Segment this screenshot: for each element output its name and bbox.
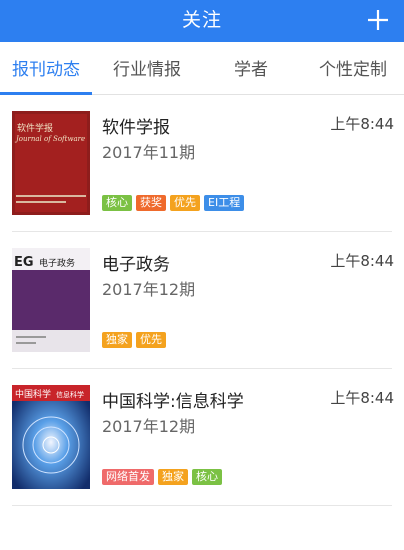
divider	[12, 505, 392, 506]
tag-badge: 核心	[102, 195, 132, 211]
page-title: 关注	[181, 9, 222, 31]
journal-name: 软件学报	[102, 118, 170, 138]
tag-badge: 优先	[136, 332, 166, 348]
tag-badge: 独家	[158, 469, 188, 485]
cover-subtitle-text: Journal of Software	[14, 135, 85, 143]
tab-industry-intel[interactable]: 行业情报	[113, 42, 181, 94]
list-item[interactable]: EG 电子政务 电子政务 2017年12期 上午8:44 独家 优先	[0, 232, 404, 368]
journal-issue: 2017年11期	[102, 143, 196, 162]
update-time: 上午8:44	[330, 389, 394, 407]
cover-title-text: 软件学报	[17, 122, 53, 134]
tag-badge: 优先	[170, 195, 200, 211]
tab-bar: 报刊动态 行业情报 学者 个性定制	[0, 42, 404, 95]
journal-name: 中国科学:信息科学	[102, 392, 244, 412]
update-time: 上午8:44	[330, 252, 394, 270]
tag-badge: 网络首发	[102, 469, 154, 485]
plus-icon[interactable]	[366, 8, 390, 32]
tag-badge: EI工程	[204, 195, 245, 211]
tag-badge: 独家	[102, 332, 132, 348]
tag-list: 核心 获奖 优先 EI工程	[102, 195, 245, 211]
journal-name: 电子政务	[102, 255, 170, 275]
tag-list: 网络首发 独家 核心	[102, 469, 222, 485]
tag-list: 独家 优先	[102, 332, 166, 348]
cover-title-text: 中国科学	[15, 388, 51, 400]
tab-customization[interactable]: 个性定制	[319, 42, 387, 94]
journal-issue: 2017年12期	[102, 280, 196, 299]
cover-subtitle-text: 电子政务	[39, 257, 75, 269]
journal-issue: 2017年12期	[102, 417, 196, 436]
journal-cover-image: 软件学报 Journal of Software	[12, 111, 90, 215]
journal-cover-image: 中国科学 信息科学	[12, 385, 90, 489]
list-item[interactable]: 软件学报 Journal of Software 软件学报 2017年11期 上…	[0, 95, 404, 231]
update-time: 上午8:44	[330, 115, 394, 133]
tab-scholars[interactable]: 学者	[234, 42, 268, 94]
cover-subtitle-text: 信息科学	[56, 390, 84, 399]
cover-title-text: EG	[14, 255, 34, 270]
app-header: 关注	[0, 0, 404, 42]
list-item[interactable]: 中国科学 信息科学 中国科学:信息科学 2017年12期 上午8:44 网络首发…	[0, 369, 404, 505]
tab-journal-news[interactable]: 报刊动态	[12, 42, 80, 94]
tag-badge: 获奖	[136, 195, 166, 211]
journal-cover-image: EG 电子政务	[12, 248, 90, 352]
tag-badge: 核心	[192, 469, 222, 485]
